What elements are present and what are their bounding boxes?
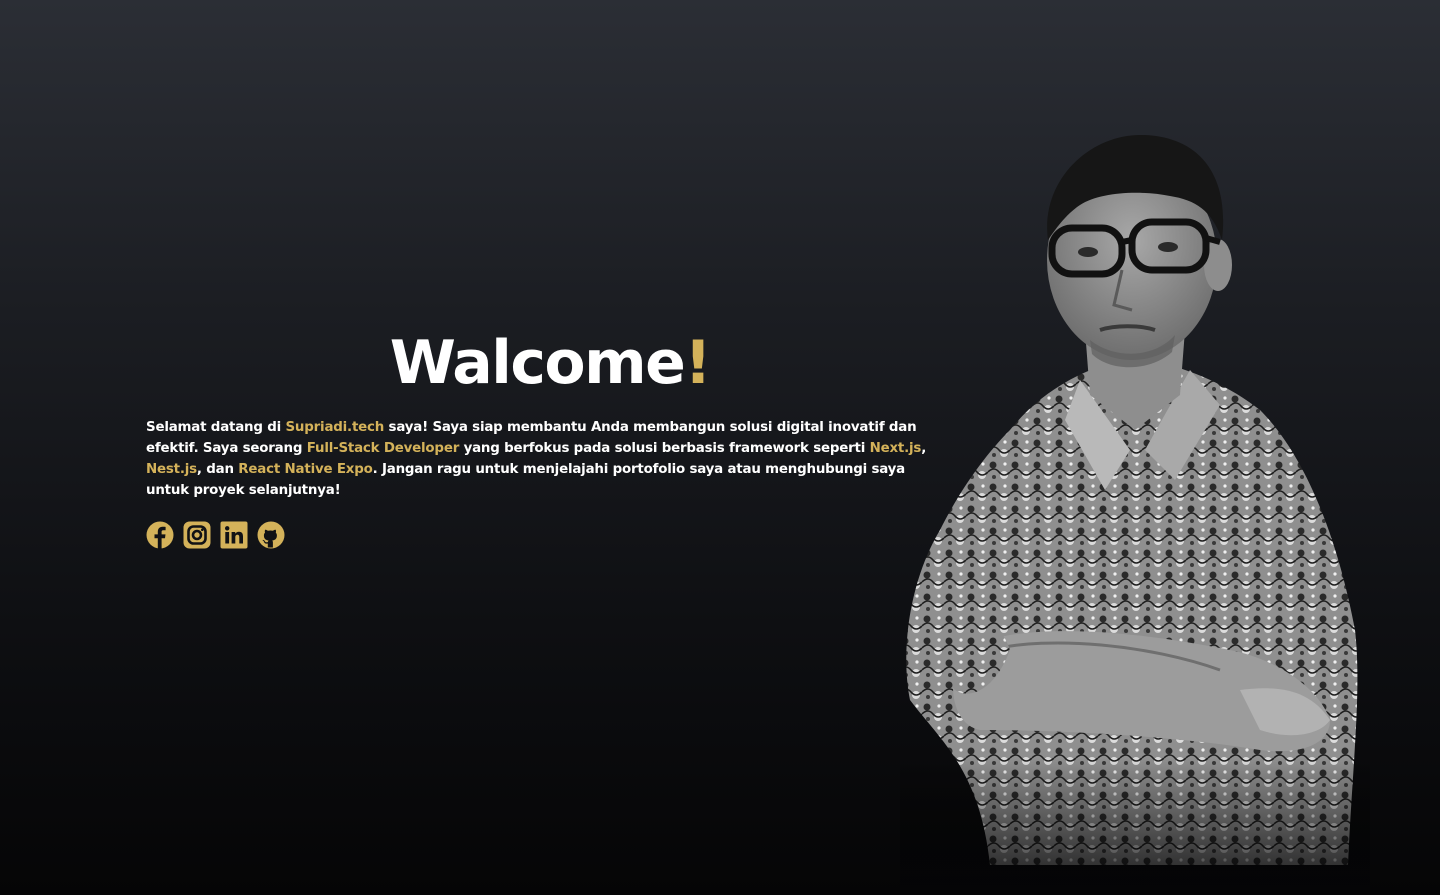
hero-section: Walcome! Selamat datang di Supriadi.tech… xyxy=(146,325,946,549)
hero-headline: Walcome! xyxy=(146,325,954,401)
headline-text: Walcome xyxy=(389,328,686,398)
headline-exclamation: ! xyxy=(684,328,711,398)
portrait-illustration xyxy=(900,130,1370,895)
intro-text: , dan xyxy=(196,462,239,477)
intro-paragraph: Selamat datang di Supriadi.tech saya! Sa… xyxy=(146,417,946,501)
framework-react-native-expo-highlight: React Native Expo xyxy=(238,462,373,477)
framework-nestjs-highlight: Nest.js xyxy=(146,462,197,477)
github-icon xyxy=(257,521,285,549)
facebook-link[interactable] xyxy=(146,521,174,549)
instagram-link[interactable] xyxy=(183,521,211,549)
linkedin-link[interactable] xyxy=(220,521,248,549)
facebook-icon xyxy=(146,521,174,549)
profile-portrait xyxy=(900,130,1370,895)
site-name-highlight: Supriadi.tech xyxy=(285,420,385,435)
intro-text: Selamat datang di xyxy=(146,420,286,435)
linkedin-icon xyxy=(220,521,248,549)
intro-text: yang berfokus pada solusi berbasis frame… xyxy=(459,441,870,456)
github-link[interactable] xyxy=(257,521,285,549)
social-links xyxy=(146,521,946,549)
instagram-icon xyxy=(183,521,211,549)
role-highlight: Full-Stack Developer xyxy=(306,441,460,456)
